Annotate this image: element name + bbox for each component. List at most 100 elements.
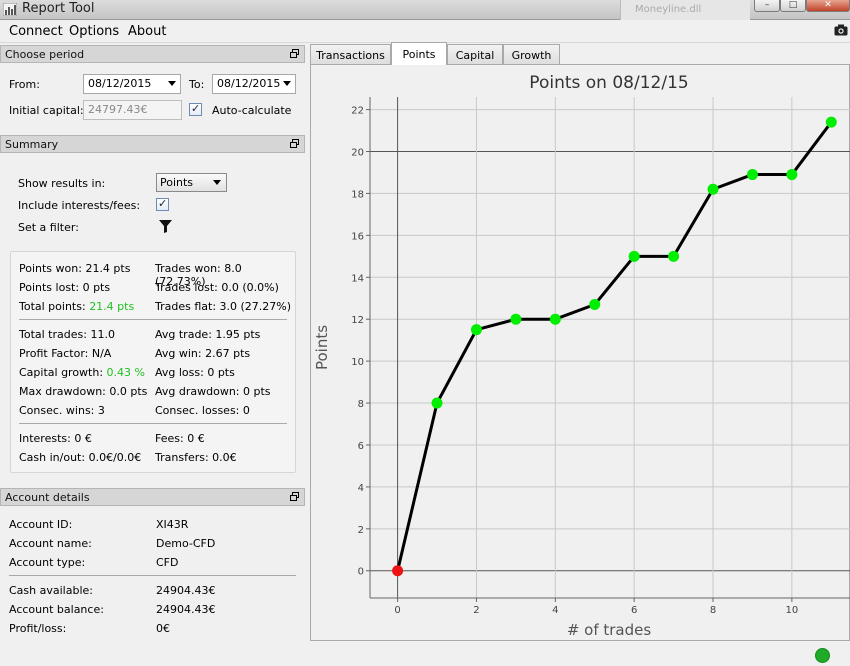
interests: Interests: 0 € (19, 432, 92, 445)
divider (19, 319, 287, 320)
y-tick-label: 6 (358, 441, 364, 452)
float-panel-icon[interactable] (290, 139, 299, 148)
connection-status-icon (815, 648, 830, 663)
show-results-label: Show results in: (18, 177, 106, 190)
float-panel-icon[interactable] (290, 492, 299, 501)
profit-loss-label: Profit/loss: (9, 622, 67, 635)
x-tick-label: 8 (710, 605, 716, 616)
trades-lost: Trades lost: 0.0 (0.0%) (155, 281, 279, 294)
divider (19, 423, 287, 424)
account-balance-value: 24904.43€ (156, 603, 216, 616)
float-panel-icon[interactable] (290, 49, 299, 58)
total-points-value: 21.4 pts (89, 300, 135, 313)
trades-flat: Trades flat: 3.0 (27.27%) (155, 300, 292, 313)
capital-growth-label: Capital growth: (19, 366, 104, 379)
set-filter-label: Set a filter: (18, 221, 79, 234)
avg-win: Avg win: 2.67 pts (155, 347, 251, 360)
profit-loss-value: 0€ (156, 622, 170, 635)
data-point (786, 169, 798, 181)
menu-options[interactable]: Options (69, 24, 119, 39)
chevron-down-icon (283, 81, 291, 86)
window-title: Report Tool (22, 1, 95, 16)
account-balance-label: Account balance: (9, 603, 104, 616)
total-points: Total points: 21.4 pts (19, 300, 134, 313)
account-type-label: Account type: (9, 556, 86, 569)
background-window-tab: Moneyline.dll (620, 0, 750, 20)
account-details-title: Account details (5, 491, 90, 504)
chart-series (392, 116, 837, 577)
menu-connect[interactable]: Connect (9, 24, 63, 39)
choose-period-title: Choose period (5, 48, 85, 61)
account-name-label: Account name: (9, 537, 92, 550)
include-interests-label: Include interests/fees: (18, 199, 141, 212)
y-tick-label: 22 (351, 106, 364, 117)
x-tick-label: 0 (394, 605, 400, 616)
minimize-button[interactable]: – (754, 0, 780, 12)
maximize-button[interactable]: □ (780, 0, 806, 12)
cash-available-value: 24904.43€ (156, 584, 216, 597)
data-point (825, 116, 837, 128)
initial-capital-value: 24797.43€ (88, 103, 148, 116)
cash-in-out: Cash in/out: 0.0€/0.0€ (19, 451, 142, 464)
menu-about[interactable]: About (128, 24, 166, 39)
auto-calculate-label: Auto-calculate (212, 104, 292, 117)
y-tick-label: 16 (351, 231, 364, 242)
include-interests-checkbox[interactable] (156, 197, 169, 211)
filter-icon[interactable] (158, 219, 173, 234)
summary-title: Summary (5, 138, 59, 151)
account-type-value: CFD (156, 556, 179, 569)
close-button[interactable]: ✕ (806, 0, 850, 12)
show-results-combo[interactable]: Points (156, 173, 227, 192)
to-date-combo[interactable]: 08/12/2015 (212, 74, 296, 94)
summary-header: Summary (0, 135, 305, 153)
y-tick-label: 14 (351, 273, 364, 284)
avg-loss: Avg loss: 0 pts (155, 366, 235, 379)
account-name-value: Demo-CFD (156, 537, 216, 550)
y-tick-label: 8 (358, 399, 364, 410)
background-window-title: Moneyline.dll (635, 4, 702, 15)
data-point (431, 397, 443, 409)
chart-title: Points on 08/12/15 (529, 73, 688, 93)
title-bar[interactable]: Report Tool Moneyline.dll – □ ✕ (0, 0, 850, 20)
tab-points[interactable]: Points (391, 42, 447, 65)
data-point (628, 250, 640, 262)
data-point (510, 313, 522, 325)
tab-transactions[interactable]: Transactions (310, 44, 391, 65)
tab-growth[interactable]: Growth (503, 44, 560, 65)
divider (9, 575, 296, 576)
total-points-label: Total points: (19, 300, 86, 313)
data-point (707, 183, 719, 195)
cash-available-label: Cash available: (9, 584, 93, 597)
x-tick-label: 6 (631, 605, 637, 616)
avg-drawdown: Avg drawdown: 0 pts (155, 385, 271, 398)
total-trades: Total trades: 11.0 (19, 328, 115, 341)
profit-factor: Profit Factor: N/A (19, 347, 112, 360)
app-chart-icon (3, 3, 17, 16)
y-axis-label: Points (313, 325, 331, 370)
from-date-combo[interactable]: 08/12/2015 (83, 74, 181, 94)
data-point (470, 324, 482, 336)
initial-capital-field: 24797.43€ (83, 100, 182, 120)
capital-growth: Capital growth: 0.43 % (19, 366, 145, 379)
account-details-header: Account details (0, 488, 305, 506)
summary-stats-box: Points won: 21.4 pts Trades won: 8.0 (72… (10, 251, 296, 473)
data-point (668, 250, 680, 262)
y-tick-label: 4 (358, 483, 364, 494)
menu-bar: Connect Options About (0, 21, 850, 43)
points-won: Points won: 21.4 pts (19, 262, 131, 275)
x-tick-label: 10 (785, 605, 798, 616)
initial-capital-label: Initial capital: (9, 104, 84, 117)
x-tick-label: 4 (552, 605, 558, 616)
from-label: From: (9, 78, 40, 91)
y-tick-label: 2 (358, 525, 364, 536)
y-tick-label: 10 (351, 357, 364, 368)
consec-wins: Consec. wins: 3 (19, 404, 105, 417)
tab-capital[interactable]: Capital (447, 44, 503, 65)
chart-frame: Points on 08/12/15 Points # of trades 0 2… (310, 64, 850, 641)
camera-icon[interactable] (834, 24, 848, 36)
y-tick-label: 0 (358, 567, 364, 578)
x-axis-label: # of trades (567, 621, 652, 639)
account-id-label: Account ID: (9, 518, 73, 531)
auto-calculate-checkbox[interactable] (189, 102, 202, 116)
y-tick-label: 12 (351, 315, 364, 326)
